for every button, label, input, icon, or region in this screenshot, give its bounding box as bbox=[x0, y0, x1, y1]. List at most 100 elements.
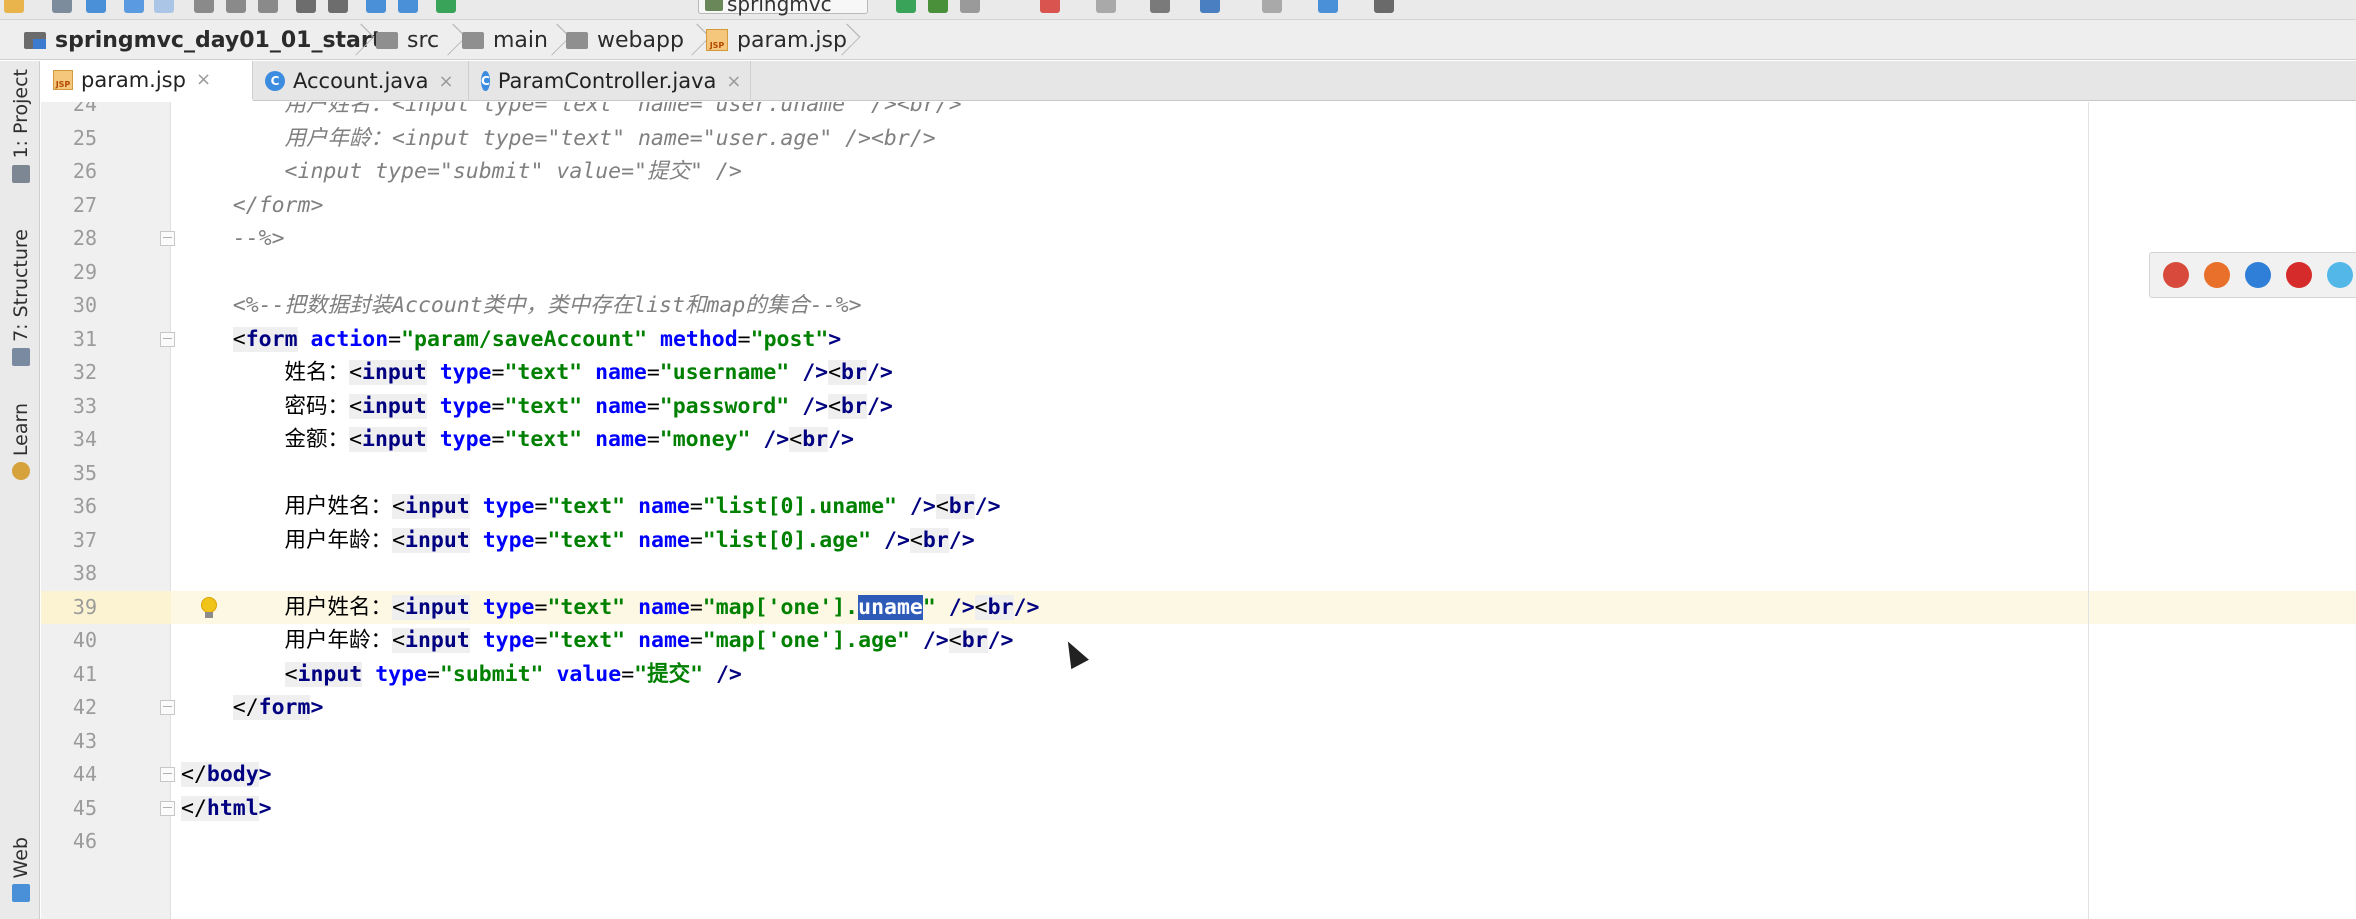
code-text[interactable]: 金额：<input type="text" name="money" /><br… bbox=[181, 423, 854, 457]
terminal-icon[interactable] bbox=[1374, 0, 1394, 13]
breadcrumb-file[interactable]: JSP param.jsp bbox=[706, 20, 847, 60]
code-line[interactable]: 30 <%--把数据封装Account类中，类中存在list和map的集合--%… bbox=[41, 289, 2356, 323]
close-icon[interactable]: × bbox=[438, 71, 453, 92]
code-editor[interactable]: 24 用户姓名：<input type="text" name="user.un… bbox=[41, 102, 2356, 919]
run-icon[interactable] bbox=[896, 0, 916, 13]
code-line[interactable]: 41 <input type="submit" value="提交" /> bbox=[41, 658, 2356, 692]
tool-tab-learn[interactable]: Learn bbox=[6, 403, 36, 481]
close-icon[interactable]: × bbox=[726, 71, 741, 92]
code-text[interactable]: <form action="param/saveAccount" method=… bbox=[181, 323, 841, 357]
debug-icon[interactable] bbox=[928, 0, 948, 13]
code-text[interactable]: </body> bbox=[181, 758, 272, 792]
code-text[interactable]: </form> bbox=[181, 189, 324, 223]
fold-marker-icon[interactable] bbox=[160, 767, 175, 782]
code-text[interactable]: 用户姓名：<input type="text" name="user.uname… bbox=[181, 102, 962, 122]
fold-marker-icon[interactable] bbox=[160, 800, 175, 816]
open-folder-icon[interactable] bbox=[4, 0, 24, 13]
code-text[interactable]: 用户年龄：<input type="text" name="list[0].ag… bbox=[181, 524, 975, 558]
code-line[interactable]: 46 bbox=[41, 825, 2356, 859]
fold-marker-icon[interactable] bbox=[160, 331, 175, 347]
code-line[interactable]: 26 <input type="submit" value="提交" /> bbox=[41, 155, 2356, 189]
project-structure-icon[interactable] bbox=[1200, 0, 1220, 13]
code-line[interactable]: 37 用户年龄：<input type="text" name="list[0]… bbox=[41, 524, 2356, 558]
code-text[interactable]: 用户年龄：<input type="text" name="map['one']… bbox=[181, 624, 1013, 658]
code-line[interactable]: 35 bbox=[41, 457, 2356, 491]
code-line[interactable]: 42 </form> bbox=[41, 691, 2356, 725]
code-text[interactable]: 密码：<input type="text" name="password" />… bbox=[181, 390, 893, 424]
sync-icon[interactable] bbox=[86, 0, 106, 13]
chrome-icon[interactable] bbox=[2163, 262, 2190, 288]
line-number: 34 bbox=[72, 427, 97, 451]
code-line[interactable]: 38 bbox=[41, 557, 2356, 591]
help-icon[interactable] bbox=[1318, 0, 1338, 13]
code-text[interactable]: 用户姓名：<input type="text" name="list[0].un… bbox=[181, 490, 1001, 524]
back-icon[interactable] bbox=[366, 0, 386, 13]
code-line[interactable]: 31 <form action="param/saveAccount" meth… bbox=[41, 323, 2356, 357]
fold-marker-icon[interactable] bbox=[160, 231, 175, 246]
breadcrumb-main[interactable]: main bbox=[462, 20, 548, 60]
breadcrumb-project[interactable]: springmvc_day01_01_start bbox=[24, 20, 382, 60]
code-line[interactable]: 40 用户年龄：<input type="text" name="map['on… bbox=[41, 624, 2356, 658]
close-icon[interactable]: × bbox=[196, 69, 211, 90]
code-text[interactable]: 用户姓名：<input type="text" name="map['one']… bbox=[181, 591, 1039, 625]
breadcrumb-src[interactable]: src bbox=[376, 20, 439, 60]
code-text[interactable]: </html> bbox=[181, 792, 272, 826]
code-line[interactable]: 39 用户姓名：<input type="text" name="map['on… bbox=[41, 591, 2356, 625]
save-icon[interactable] bbox=[52, 0, 72, 13]
tool-tab-web[interactable]: Web bbox=[6, 837, 36, 903]
java-class-icon: C bbox=[481, 71, 490, 91]
copy-icon[interactable] bbox=[226, 0, 246, 13]
sdk-icon[interactable] bbox=[1262, 0, 1282, 13]
paste-icon[interactable] bbox=[258, 0, 278, 13]
ie-icon[interactable] bbox=[2326, 262, 2353, 288]
code-line[interactable]: 36 用户姓名：<input type="text" name="list[0]… bbox=[41, 490, 2356, 524]
code-text[interactable]: 用户年龄：<input type="text" name="user.age" … bbox=[181, 122, 936, 156]
code-line[interactable]: 29 bbox=[41, 256, 2356, 290]
code-line[interactable]: 33 密码：<input type="text" name="password"… bbox=[41, 390, 2356, 424]
forward-icon[interactable] bbox=[398, 0, 418, 13]
code-text[interactable]: <%--把数据封装Account类中，类中存在list和map的集合--%> bbox=[181, 289, 862, 323]
redo-icon[interactable] bbox=[154, 0, 174, 13]
code-text[interactable]: --%> bbox=[181, 222, 285, 256]
run-configuration-select[interactable]: springmvc bbox=[698, 0, 868, 15]
stop-icon[interactable] bbox=[1040, 0, 1060, 13]
tool-tab-project[interactable]: 1: Project bbox=[6, 69, 36, 183]
opera-icon[interactable] bbox=[2285, 262, 2312, 288]
code-line[interactable]: 34 金额：<input type="text" name="money" />… bbox=[41, 423, 2356, 457]
find-icon[interactable] bbox=[296, 0, 316, 13]
code-text[interactable]: </form> bbox=[181, 691, 323, 725]
cut-icon[interactable] bbox=[194, 0, 214, 13]
fold-marker-icon[interactable] bbox=[160, 700, 175, 715]
code-line[interactable]: 43 bbox=[41, 725, 2356, 759]
line-number: 29 bbox=[72, 259, 97, 284]
tab-label: Account.java bbox=[293, 69, 429, 93]
java-class-icon: C bbox=[265, 71, 285, 91]
code-line[interactable]: 32 姓名：<input type="text" name="username"… bbox=[41, 356, 2356, 390]
build-icon[interactable] bbox=[436, 0, 456, 13]
replace-icon[interactable] bbox=[328, 0, 348, 13]
code-text[interactable]: <input type="submit" value="提交" /> bbox=[181, 658, 742, 692]
firefox-icon[interactable] bbox=[2204, 262, 2231, 288]
undo-icon[interactable] bbox=[124, 0, 144, 13]
coverage-icon[interactable] bbox=[960, 0, 980, 13]
code-line[interactable]: 45 </html> bbox=[41, 792, 2356, 826]
code-line[interactable]: 27 </form> bbox=[41, 189, 2356, 223]
jsp-file-icon: JSP bbox=[53, 69, 73, 90]
code-line[interactable]: 24 用户姓名：<input type="text" name="user.un… bbox=[41, 102, 2356, 122]
tab-label: ParamController.java bbox=[497, 69, 717, 93]
code-line[interactable]: 44 </body> bbox=[41, 758, 2356, 792]
tab-param-jsp[interactable]: JSP param.jsp × bbox=[41, 61, 253, 101]
settings-icon[interactable] bbox=[1150, 0, 1170, 13]
tab-paramcontroller-java[interactable]: C ParamController.java × bbox=[469, 61, 751, 101]
code-line[interactable]: 28 --%> bbox=[41, 222, 2356, 256]
editor-tabs: JSP param.jsp × C Account.java × C Param… bbox=[41, 61, 2356, 101]
vcs-icon[interactable] bbox=[1096, 0, 1116, 13]
safari-icon[interactable] bbox=[2244, 262, 2271, 288]
code-line[interactable]: 25 用户年龄：<input type="text" name="user.ag… bbox=[41, 122, 2356, 156]
line-number: 39 bbox=[72, 594, 97, 619]
code-text[interactable]: <input type="submit" value="提交" /> bbox=[181, 155, 742, 189]
code-text[interactable]: 姓名：<input type="text" name="username" />… bbox=[181, 356, 893, 390]
tool-tab-structure[interactable]: 7: Structure bbox=[6, 229, 36, 366]
breadcrumb-webapp[interactable]: webapp bbox=[566, 20, 684, 60]
tab-account-java[interactable]: C Account.java × bbox=[253, 61, 469, 101]
